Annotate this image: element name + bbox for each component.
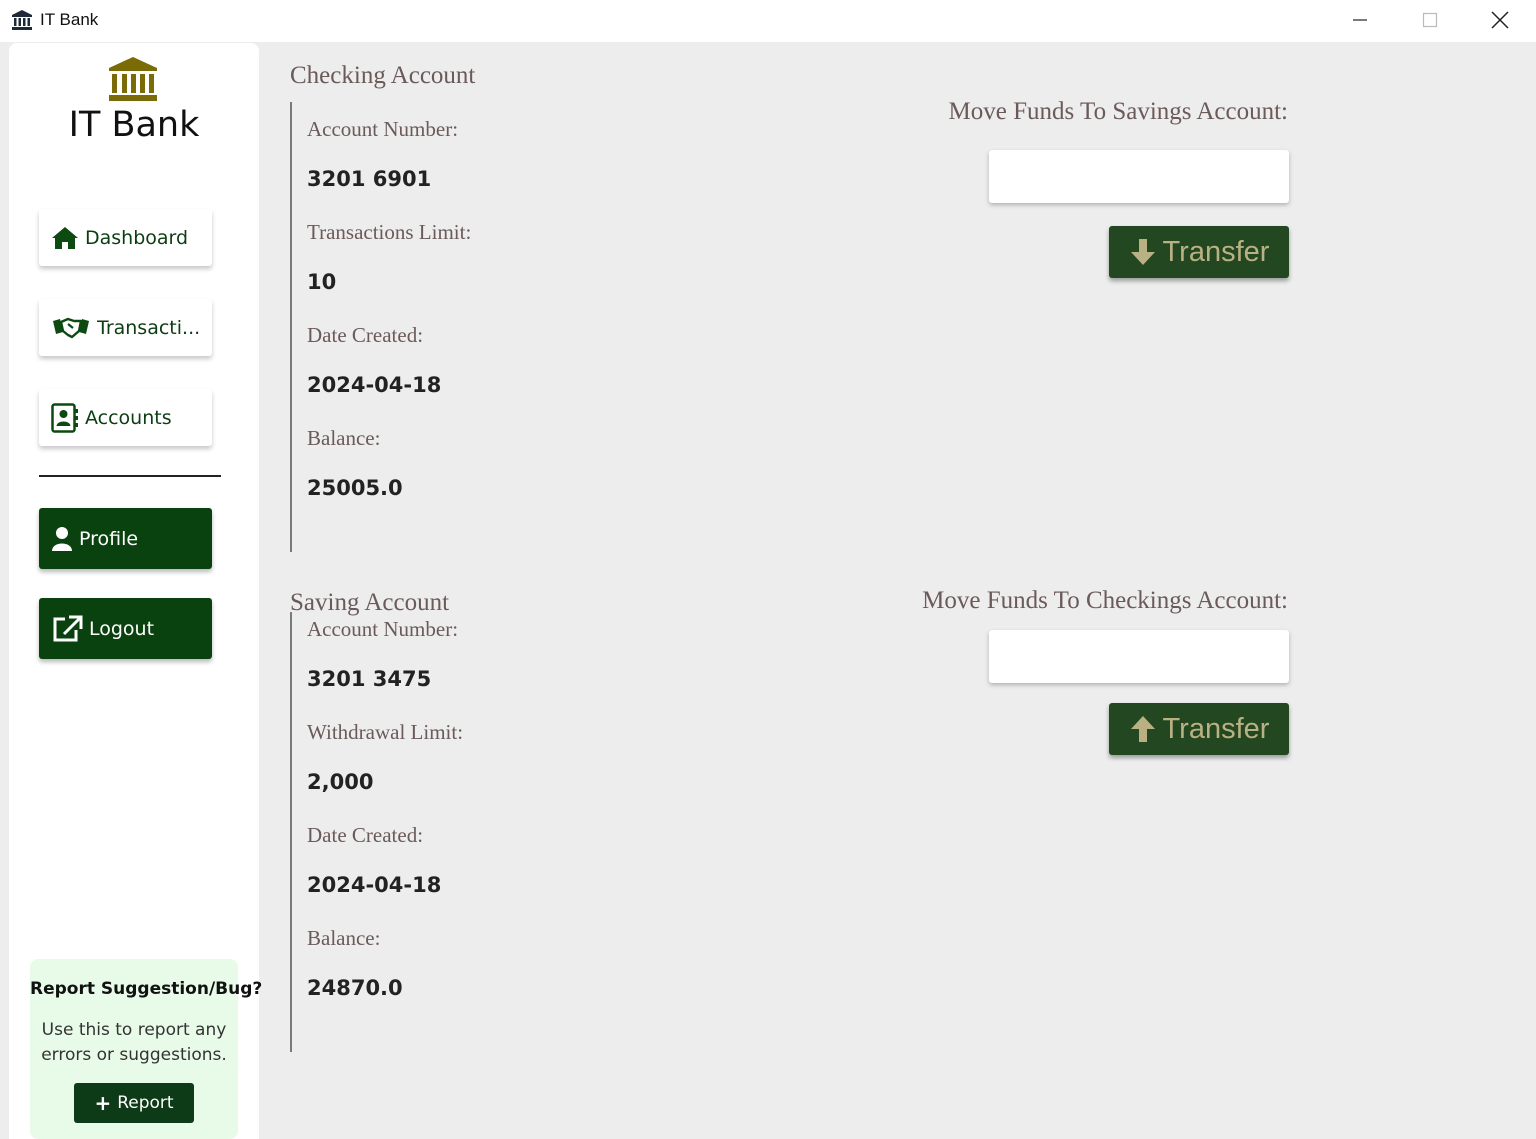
report-card: Report Suggestion/Bug? Use this to repor… <box>30 959 263 1139</box>
report-description: Use this to report any errors or suggest… <box>41 1020 227 1065</box>
brand-name: IT Bank <box>68 105 200 145</box>
saving-limit-value: 2,000 <box>307 770 374 794</box>
savings-transfer-amount-input[interactable] <box>989 150 1289 203</box>
saving-section-border <box>290 612 292 1052</box>
maximize-button[interactable] <box>1395 0 1465 40</box>
minimize-button[interactable] <box>1325 0 1395 40</box>
nav-dashboard-label: Dashboard <box>85 226 189 249</box>
nav-accounts-button[interactable]: Accounts <box>39 389 212 446</box>
saving-balance-value: 24870.0 <box>307 976 403 1000</box>
checking-balance-value: 25005.0 <box>307 476 403 500</box>
sidebar-divider <box>39 475 221 477</box>
checking-account-number-value: 3201 6901 <box>307 167 432 191</box>
close-button[interactable] <box>1465 0 1535 40</box>
move-to-checking-title: Move Funds To Checkings Account: <box>922 587 1288 614</box>
saving-account-number-value: 3201 3475 <box>307 667 432 691</box>
transfer-to-savings-label: Transfer <box>1162 235 1270 268</box>
report-button-label: Report <box>117 1093 174 1113</box>
saving-date-label: Date Created: <box>307 823 424 847</box>
external-link-icon <box>53 615 83 641</box>
bank-icon <box>12 10 32 30</box>
saving-balance-label: Balance: <box>307 926 381 950</box>
saving-date-value: 2024-04-18 <box>307 873 442 897</box>
saving-account-title: Saving Account <box>290 589 450 616</box>
profile-button[interactable]: Profile <box>39 508 212 569</box>
nav-transactions-button[interactable]: Transacti... <box>39 299 212 356</box>
nav-accounts-label: Accounts <box>85 406 172 429</box>
sidebar: IT Bank Dashboard Transacti... Accounts <box>9 43 263 1139</box>
title-bar: IT Bank <box>0 0 1536 42</box>
transfer-to-checking-button[interactable]: Transfer <box>1109 703 1289 755</box>
logout-label: Logout <box>89 617 155 640</box>
report-title: Report Suggestion/Bug? <box>30 979 263 999</box>
window-title: IT Bank <box>40 10 99 29</box>
handshake-icon <box>53 317 89 338</box>
maximize-icon <box>1422 12 1438 28</box>
nav-transactions-label: Transacti... <box>97 316 201 339</box>
transfer-to-savings-button[interactable]: Transfer <box>1109 226 1289 278</box>
profile-label: Profile <box>79 527 139 550</box>
checking-account-number-label: Account Number: <box>307 117 459 141</box>
checking-transfer-amount-input[interactable] <box>989 630 1289 683</box>
transfer-to-checking-label: Transfer <box>1162 712 1270 745</box>
minimize-icon <box>1353 19 1367 21</box>
checking-limit-label: Transactions Limit: <box>307 220 472 244</box>
logout-button[interactable]: Logout <box>39 598 212 659</box>
saving-account-number-label: Account Number: <box>307 617 459 641</box>
checking-section-border <box>290 102 292 552</box>
contact-book-icon <box>51 402 78 433</box>
arrow-up-icon <box>1130 716 1155 742</box>
checking-account-title: Checking Account <box>290 62 476 89</box>
user-icon <box>52 526 72 551</box>
checking-balance-label: Balance: <box>307 426 381 450</box>
checking-date-value: 2024-04-18 <box>307 373 442 397</box>
nav-dashboard-button[interactable]: Dashboard <box>39 209 212 266</box>
move-to-savings-title: Move Funds To Savings Account: <box>948 98 1288 125</box>
plus-icon: + <box>94 1091 112 1115</box>
close-icon <box>1491 11 1509 29</box>
arrow-down-icon <box>1130 239 1155 265</box>
home-icon <box>52 226 78 249</box>
bank-logo-icon <box>109 57 157 101</box>
checking-limit-value: 10 <box>307 270 337 294</box>
checking-date-label: Date Created: <box>307 323 424 347</box>
saving-limit-label: Withdrawal Limit: <box>307 720 464 744</box>
report-button[interactable]: + Report <box>74 1083 194 1123</box>
